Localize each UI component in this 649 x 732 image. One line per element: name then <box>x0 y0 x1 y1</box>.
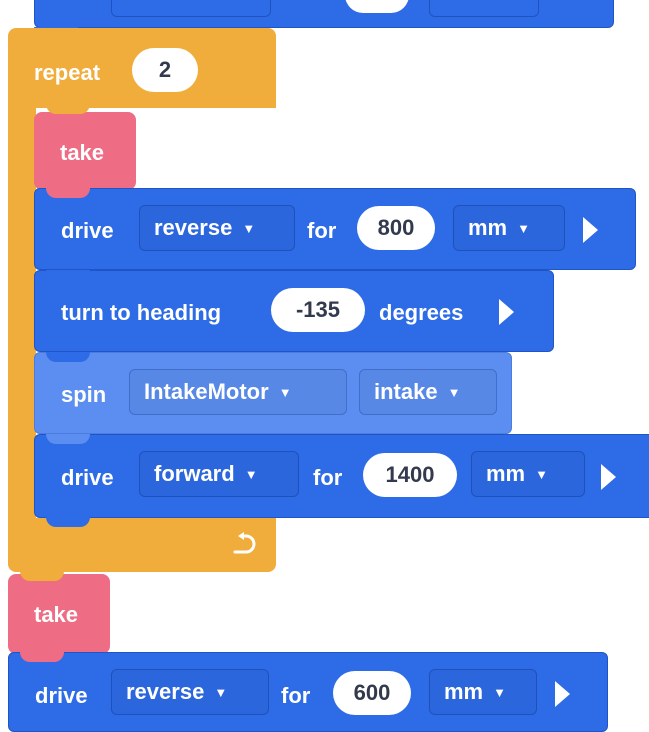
run-block-icon[interactable] <box>583 217 598 243</box>
for-label: for <box>307 218 337 243</box>
take-block[interactable]: take <box>34 112 136 190</box>
chevron-down-icon: ▼ <box>517 221 530 236</box>
partial-unit-dropdown[interactable] <box>429 0 539 17</box>
spin-block[interactable]: spin IntakeMotor ▼ intake ▼ <box>34 352 512 434</box>
direction-dropdown[interactable]: reverse ▼ <box>139 205 295 251</box>
block-notch <box>46 352 90 362</box>
spin-label: spin <box>61 382 107 407</box>
repeat-block[interactable]: repeat 2 <box>8 28 276 108</box>
take-label: take <box>60 140 105 165</box>
drive-block[interactable]: drive forward ▼ for 1400 mm ▼ <box>34 434 649 518</box>
repeat-count-input[interactable]: 2 <box>132 48 198 92</box>
unit-dropdown[interactable]: mm ▼ <box>429 669 537 715</box>
loop-arrow-icon <box>233 532 256 554</box>
for-label: for <box>313 465 343 490</box>
heading-input[interactable]: -135 <box>271 288 365 332</box>
block-notch <box>46 270 90 280</box>
block-notch <box>20 571 64 581</box>
degrees-label: degrees <box>379 300 464 325</box>
chevron-down-icon: ▼ <box>242 221 256 236</box>
motor-dropdown[interactable]: IntakeMotor ▼ <box>129 369 347 415</box>
drive-block[interactable]: drive reverse ▼ for 800 mm ▼ <box>34 188 636 270</box>
drive-block[interactable]: drive reverse ▼ for 600 mm ▼ <box>8 652 608 732</box>
chevron-down-icon: ▼ <box>447 385 461 400</box>
run-block-icon[interactable] <box>499 299 514 325</box>
turn-to-heading-block[interactable]: turn to heading -135 degrees <box>34 270 554 352</box>
distance-input[interactable]: 1400 <box>363 453 457 497</box>
chevron-down-icon: ▼ <box>214 685 228 700</box>
block-notch <box>46 517 90 527</box>
take-label: take <box>34 602 79 627</box>
run-block-icon[interactable] <box>601 464 616 490</box>
for-label: for <box>281 683 311 708</box>
partial-value-pill[interactable] <box>345 0 409 13</box>
unit-dropdown[interactable]: mm ▼ <box>453 205 565 251</box>
drive-label: drive <box>35 683 88 708</box>
unit-dropdown[interactable]: mm ▼ <box>471 451 585 497</box>
block-notch <box>46 104 90 114</box>
turn-label: turn to heading <box>61 300 222 325</box>
partial-drive-block[interactable] <box>34 0 614 28</box>
chevron-down-icon: ▼ <box>535 467 548 482</box>
take-block[interactable]: take <box>8 574 110 654</box>
drive-label: drive <box>61 465 114 490</box>
block-notch <box>20 652 64 662</box>
chevron-down-icon: ▼ <box>278 385 292 400</box>
partial-dropdown[interactable] <box>111 0 271 17</box>
chevron-down-icon: ▼ <box>493 685 506 700</box>
direction-dropdown[interactable]: reverse ▼ <box>111 669 269 715</box>
direction-dropdown[interactable]: forward ▼ <box>139 451 299 497</box>
chevron-down-icon: ▼ <box>244 467 258 482</box>
block-notch <box>46 434 90 444</box>
repeat-arm <box>8 104 36 536</box>
repeat-label: repeat <box>34 60 101 85</box>
drive-label: drive <box>61 218 114 243</box>
block-notch <box>46 188 90 198</box>
spin-mode-dropdown[interactable]: intake ▼ <box>359 369 497 415</box>
repeat-footer <box>8 518 276 572</box>
distance-input[interactable]: 800 <box>357 206 435 250</box>
distance-input[interactable]: 600 <box>333 671 411 715</box>
run-block-icon[interactable] <box>555 681 570 707</box>
